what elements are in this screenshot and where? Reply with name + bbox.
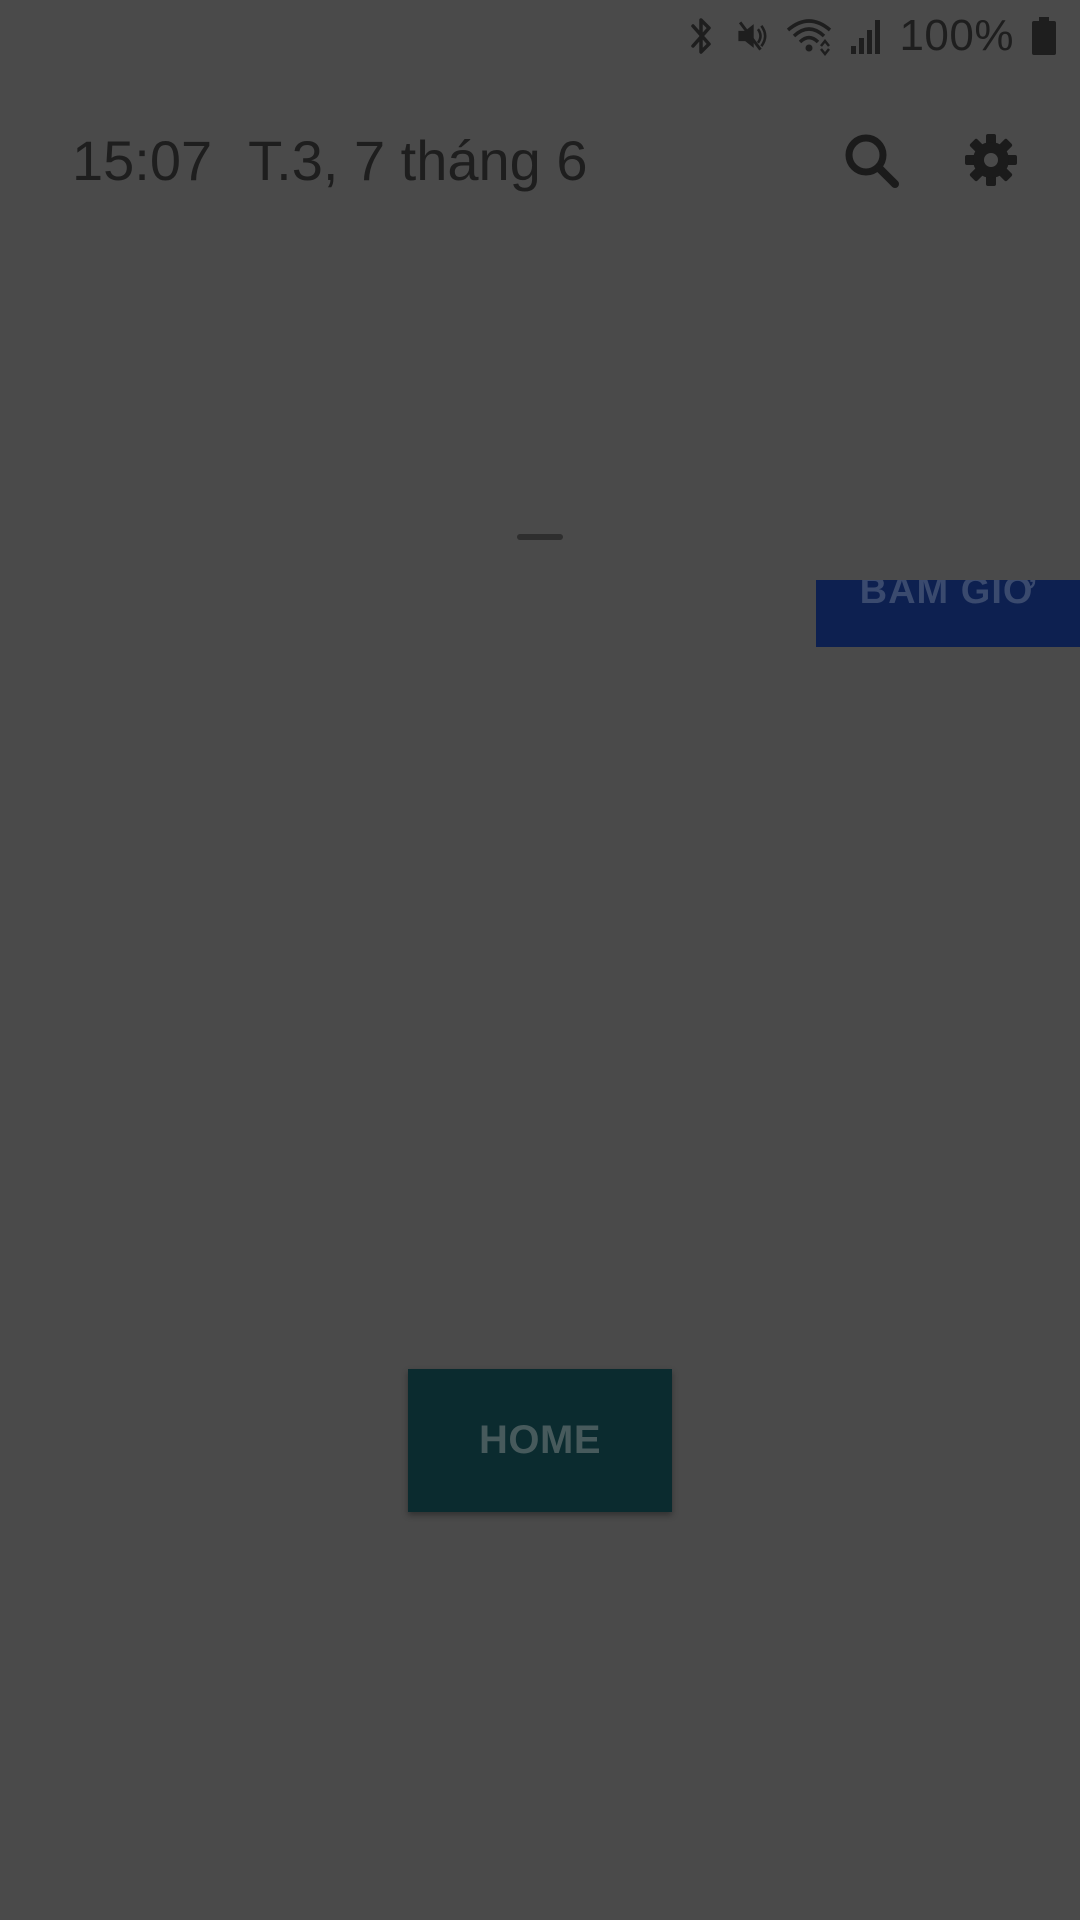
battery-icon — [1030, 14, 1058, 58]
status-bar: 100% — [685, 0, 1080, 72]
quick-panel-header: 15:07 T.3, 7 tháng 6 — [72, 110, 1020, 210]
mute-icon — [735, 14, 769, 58]
settings-icon[interactable] — [962, 131, 1020, 189]
date[interactable]: T.3, 7 tháng 6 — [248, 128, 587, 193]
wifi-icon — [785, 14, 833, 58]
search-icon[interactable] — [842, 131, 900, 189]
bluetooth-icon — [685, 14, 719, 58]
drag-handle[interactable] — [517, 534, 563, 540]
home-button[interactable]: HOME — [408, 1369, 672, 1512]
clock[interactable]: 15:07 — [72, 128, 212, 193]
partial-button-container: BẤM GIỜ — [816, 580, 1080, 647]
header-actions — [842, 131, 1020, 189]
stopwatch-button[interactable]: BẤM GIỜ — [816, 580, 1080, 647]
battery-percentage: 100% — [899, 11, 1014, 60]
signal-icon — [849, 14, 883, 58]
